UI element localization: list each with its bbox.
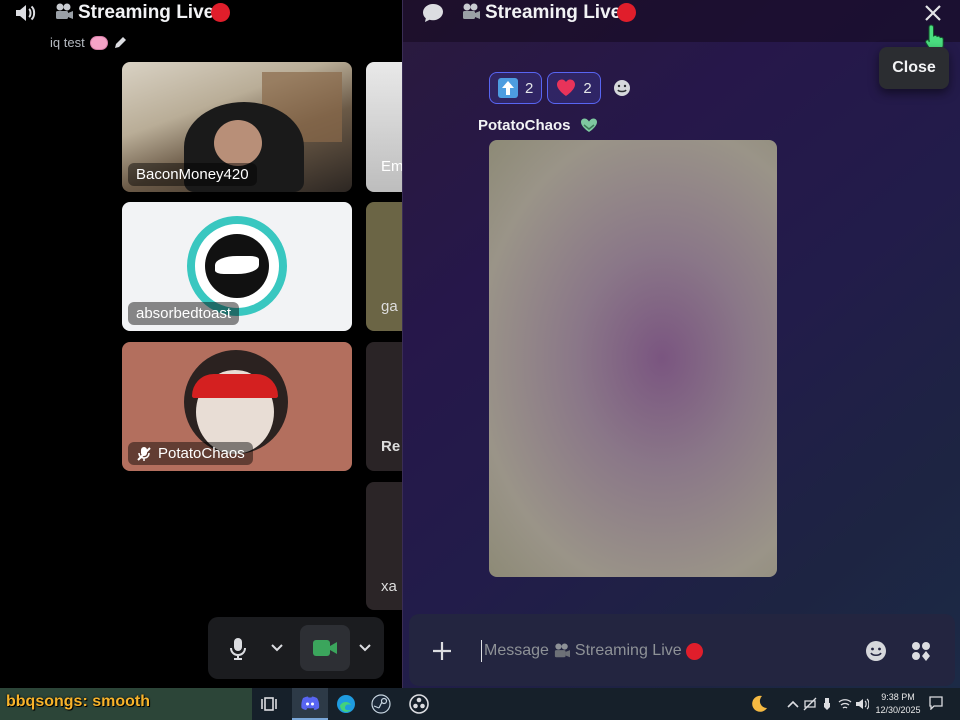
- live-red-dot-icon: [211, 3, 230, 22]
- message-placeholder: Message: [484, 642, 549, 659]
- voice-channel-header: Streaming Live: [0, 0, 402, 30]
- santa-hat-icon: [192, 374, 278, 398]
- network-icon[interactable]: [838, 697, 852, 711]
- moon-icon[interactable]: [748, 693, 770, 715]
- obs-icon[interactable]: [408, 693, 430, 715]
- participant-tile[interactable]: ga: [366, 202, 402, 331]
- emoji-icon[interactable]: [864, 639, 888, 663]
- edge-browser-icon[interactable]: [335, 693, 357, 715]
- shark-logo-icon: [215, 256, 259, 274]
- clock-date: 12/30/2025: [875, 705, 921, 715]
- participant-name: absorbedtoast: [136, 305, 232, 322]
- video-camera-icon: [313, 640, 337, 656]
- message-reactions: 2 2: [489, 72, 638, 104]
- tray-app-icon[interactable]: [803, 697, 817, 711]
- now-playing-text: bbqsongs: smooth: [6, 693, 150, 710]
- participant-tile[interactable]: BaconMoney420: [122, 62, 352, 192]
- brain-emoji-icon: [89, 35, 108, 50]
- message-composer: Message Streaming Live: [409, 614, 955, 686]
- text-chat-panel: Streaming Live Close 2 2 PotatoChaos Mes…: [402, 0, 960, 688]
- usb-icon[interactable]: [820, 697, 834, 711]
- chevron-down-icon[interactable]: [270, 643, 284, 653]
- participant-tile[interactable]: Em: [366, 62, 402, 192]
- voice-channel-title: Streaming Live: [78, 2, 215, 23]
- participant-name: ga: [381, 298, 398, 315]
- plus-icon[interactable]: [431, 640, 453, 662]
- discord-icon[interactable]: [299, 693, 321, 715]
- channel-status[interactable]: iq test: [50, 35, 127, 50]
- participant-tile[interactable]: xa: [366, 482, 402, 610]
- system-clock[interactable]: 9:38 PM 12/30/2025: [870, 691, 926, 717]
- taskbar: bbqsongs: smooth 9:38 PM 12/30/2025: [0, 688, 960, 720]
- participant-name-tag: absorbedtoast: [128, 302, 240, 325]
- chevron-up-icon[interactable]: [786, 697, 800, 711]
- image-attachment[interactable]: [489, 140, 777, 577]
- participant-name: xa: [381, 578, 397, 595]
- reaction-heart[interactable]: 2: [547, 72, 601, 104]
- speaker-icon[interactable]: [13, 2, 37, 24]
- voice-controls: [208, 617, 384, 679]
- participant-name: Re: [381, 438, 401, 455]
- chat-title: Streaming Live: [485, 2, 622, 23]
- now-playing-panel: bbqsongs: smooth: [0, 688, 252, 720]
- close-icon[interactable]: [923, 3, 943, 23]
- movie-camera-icon: [463, 3, 480, 19]
- pencil-icon[interactable]: [113, 36, 127, 50]
- status-text: iq test: [50, 35, 85, 50]
- mic-muted-icon: [137, 446, 151, 461]
- heart-icon: [557, 79, 576, 96]
- close-tooltip: Close: [879, 47, 949, 89]
- participant-name: Em: [381, 158, 402, 175]
- reaction-count: 2: [525, 79, 534, 97]
- camera-toggle-button[interactable]: [300, 625, 350, 671]
- participant-tile[interactable]: absorbedtoast: [122, 202, 352, 331]
- clock-time: 9:38 PM: [881, 692, 915, 702]
- live-red-dot-icon: [617, 3, 636, 22]
- participant-tile[interactable]: Re: [366, 342, 402, 471]
- message-input[interactable]: Message Streaming Live: [481, 640, 861, 662]
- message-placeholder-channel: Streaming Live: [574, 642, 682, 659]
- participant-name-tag: BaconMoney420: [128, 163, 257, 186]
- microphone-icon[interactable]: [228, 637, 248, 661]
- notification-icon[interactable]: [929, 696, 943, 710]
- video-face: [214, 120, 262, 166]
- steam-icon[interactable]: [370, 693, 392, 715]
- smiley-icon: [613, 80, 630, 96]
- participant-name-tag: PotatoChaos: [128, 442, 253, 465]
- movie-camera-icon: [56, 3, 73, 19]
- chat-header: Streaming Live: [403, 0, 960, 42]
- movie-camera-icon: [554, 643, 570, 658]
- participant-tile[interactable]: PotatoChaos: [122, 342, 352, 471]
- reaction-upvote[interactable]: 2: [489, 72, 543, 104]
- task-view-icon[interactable]: [259, 693, 281, 715]
- heart-hands-icon: [580, 118, 597, 132]
- author-name: PotatoChaos: [478, 116, 571, 134]
- volume-icon[interactable]: [855, 697, 869, 711]
- participant-name: PotatoChaos: [158, 445, 245, 462]
- participant-name: BaconMoney420: [136, 166, 249, 183]
- tooltip-text: Close: [892, 59, 936, 76]
- live-red-dot-icon: [685, 642, 703, 660]
- voice-channel-panel: Streaming Live iq test BaconMoney420 abs…: [0, 0, 402, 688]
- chat-bubble-icon: [423, 4, 443, 22]
- up-arrow-icon: [498, 78, 518, 98]
- chevron-down-icon[interactable]: [358, 643, 372, 653]
- add-reaction-button[interactable]: [606, 72, 638, 104]
- apps-icon[interactable]: [909, 639, 933, 663]
- reaction-count: 2: [583, 79, 592, 97]
- message-author[interactable]: PotatoChaos: [478, 116, 600, 134]
